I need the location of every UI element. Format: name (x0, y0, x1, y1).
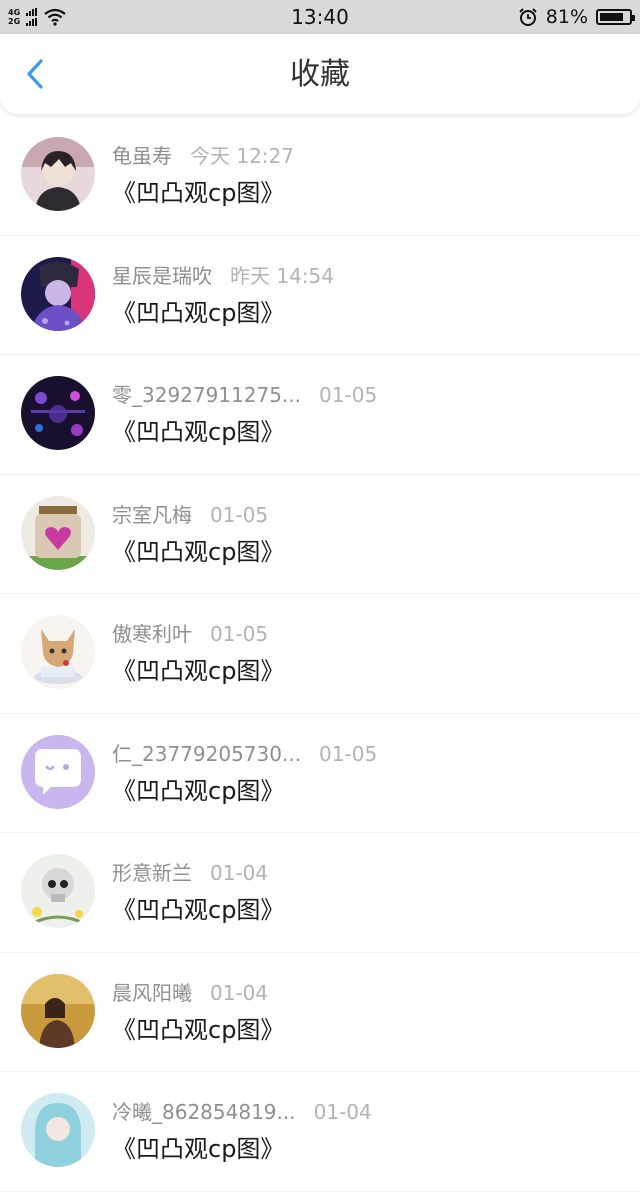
post-time: 01-05 (319, 741, 378, 766)
post-title[interactable]: 《凹凸观cp图》 (112, 776, 284, 806)
list-item[interactable]: 晨风阳曦 01-04 《凹凸观cp图》 (0, 953, 640, 1072)
author-name[interactable]: 零_32927911275... (112, 383, 301, 407)
post-title[interactable]: 《凹凸观cp图》 (112, 656, 284, 686)
battery-icon (596, 9, 635, 25)
page-title: 收藏 (290, 57, 350, 92)
list-item[interactable]: 宗室凡梅 01-05 《凹凸观cp图》 (0, 475, 640, 594)
avatar[interactable] (21, 376, 95, 450)
list-item[interactable]: 仁_23779205730... 01-05 《凹凸观cp图》 (0, 714, 640, 833)
avatar[interactable] (21, 256, 95, 331)
post-title[interactable]: 《凹凸观cp图》 (112, 417, 284, 447)
avatar[interactable] (21, 973, 95, 1048)
list-item[interactable]: 形意新兰 01-04 《凹凸观cp图》 (0, 833, 640, 953)
author-name[interactable]: 星辰是瑞吹 (112, 264, 212, 288)
battery-level-fill (600, 13, 623, 21)
post-time: 01-04 (210, 980, 269, 1005)
post-time: 今天 12:27 (190, 144, 294, 168)
avatar[interactable] (21, 734, 95, 809)
avatar[interactable] (21, 1093, 95, 1167)
list-item[interactable]: 零_32927911275... 01-05 《凹凸观cp图》 (0, 355, 640, 475)
post-title[interactable]: 《凹凸观cp图》 (112, 1015, 284, 1045)
avatar[interactable] (21, 615, 95, 689)
post-title[interactable]: 《凹凸观cp图》 (112, 1134, 284, 1164)
post-title[interactable]: 《凹凸观cp图》 (112, 537, 284, 567)
author-name[interactable]: 傲寒利叶 (112, 622, 192, 646)
post-time: 01-05 (210, 622, 269, 646)
status-bar: 4G 2G 13:40 81% (0, 0, 640, 34)
author-name[interactable]: 宗室凡梅 (112, 503, 192, 527)
post-title[interactable]: 《凹凸观cp图》 (112, 178, 284, 208)
author-name[interactable]: 晨风阳曦 (112, 981, 192, 1005)
alarm-icon (519, 8, 537, 26)
battery-percent: 81% (545, 6, 588, 28)
favorites-list: 龟虽寿 今天 12:27 《凹凸观cp图》 星辰是瑞吹 昨天 14:54 《凹凸观c… (0, 116, 640, 1192)
author-name[interactable]: 冷曦_862854819... (112, 1100, 296, 1124)
avatar[interactable] (21, 137, 95, 211)
author-name[interactable]: 仁_23779205730... (112, 742, 301, 766)
avatar[interactable] (21, 854, 95, 928)
post-title[interactable]: 《凹凸观cp图》 (112, 895, 284, 925)
navigation-bar: 收藏 (0, 34, 640, 114)
list-item[interactable]: 冷曦_862854819... 01-04 《凹凸观cp图》 (0, 1072, 640, 1192)
avatar[interactable] (21, 495, 95, 570)
post-title[interactable]: 《凹凸观cp图》 (112, 298, 284, 328)
list-item[interactable]: 龟虽寿 今天 12:27 《凹凸观cp图》 (0, 116, 640, 236)
post-time: 01-04 (210, 861, 269, 885)
author-name[interactable]: 形意新兰 (112, 861, 192, 885)
author-name[interactable]: 龟虽寿 (112, 144, 172, 168)
list-item[interactable]: 傲寒利叶 01-05 《凹凸观cp图》 (0, 594, 640, 714)
list-item[interactable]: 星辰是瑞吹 昨天 14:54 《凹凸观cp图》 (0, 236, 640, 355)
post-time: 01-05 (319, 383, 378, 407)
post-time: 昨天 14:54 (230, 263, 334, 288)
post-time: 01-04 (313, 1100, 372, 1124)
post-time: 01-05 (210, 502, 269, 527)
